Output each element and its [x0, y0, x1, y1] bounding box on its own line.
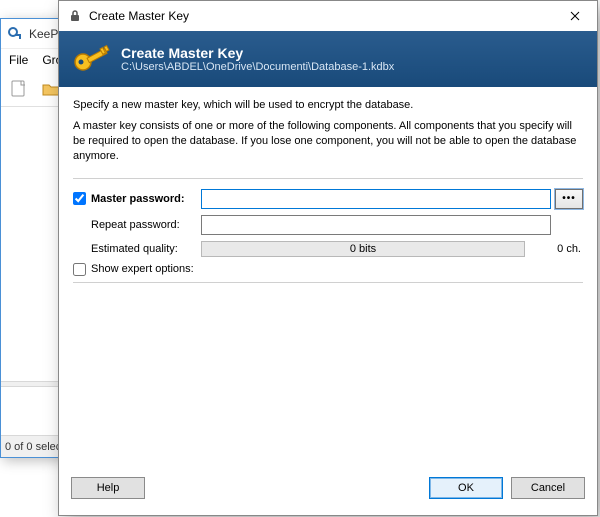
- toolbar-new-icon[interactable]: [5, 75, 33, 103]
- lock-icon: [67, 8, 83, 24]
- estimated-quality-label: Estimated quality:: [91, 243, 178, 255]
- status-text: 0 of 0 select: [5, 441, 64, 453]
- key-icon: [69, 38, 111, 80]
- keepass-icon: [7, 26, 23, 42]
- intro-line-2: A master key consists of one or more of …: [73, 119, 583, 164]
- intro-line-1: Specify a new master key, which will be …: [73, 99, 583, 111]
- menu-file[interactable]: File: [9, 53, 28, 67]
- close-button[interactable]: [553, 1, 597, 31]
- help-button[interactable]: Help: [71, 477, 145, 499]
- dots-icon: •••: [562, 193, 576, 204]
- repeat-password-label: Repeat password:: [91, 219, 180, 231]
- quality-meter: 0 bits: [201, 241, 525, 257]
- cancel-button[interactable]: Cancel: [511, 477, 585, 499]
- quality-text: 0 bits: [350, 243, 376, 255]
- char-count: 0 ch.: [529, 243, 583, 255]
- master-password-input[interactable]: [201, 189, 551, 209]
- dialog-titlebar: Create Master Key: [59, 1, 597, 31]
- close-icon: [570, 11, 580, 21]
- create-master-key-dialog: Create Master Key Create Master Key C:\U…: [58, 0, 598, 516]
- dialog-header: Create Master Key C:\Users\ABDEL\OneDriv…: [59, 31, 597, 87]
- separator-line-2: [73, 282, 583, 283]
- header-subtitle: C:\Users\ABDEL\OneDrive\Documenti\Databa…: [121, 61, 394, 73]
- dialog-body: Specify a new master key, which will be …: [59, 87, 597, 471]
- toggle-password-visibility-button[interactable]: •••: [555, 189, 583, 209]
- dialog-footer: Help OK Cancel: [59, 471, 597, 515]
- group-tree[interactable]: [1, 107, 63, 381]
- master-password-checkbox[interactable]: [73, 192, 86, 205]
- repeat-password-input[interactable]: [201, 215, 551, 235]
- show-expert-checkbox[interactable]: [73, 263, 86, 276]
- separator-line: [73, 178, 583, 179]
- dialog-title: Create Master Key: [89, 9, 553, 23]
- header-title: Create Master Key: [121, 45, 394, 61]
- show-expert-label: Show expert options:: [91, 263, 194, 275]
- master-password-label: Master password:: [91, 193, 185, 205]
- ok-button[interactable]: OK: [429, 477, 503, 499]
